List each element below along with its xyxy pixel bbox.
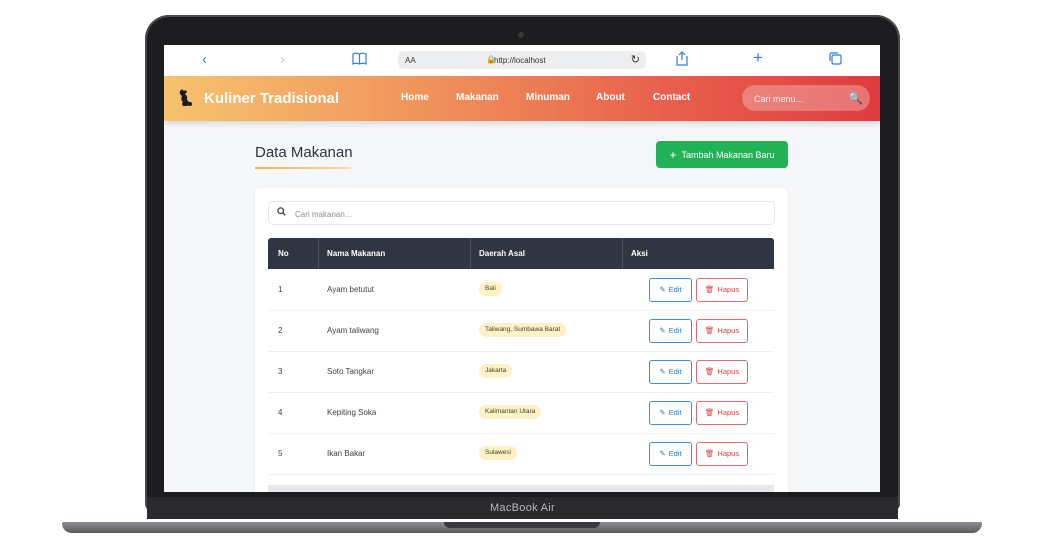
delete-label: Hapus	[717, 326, 740, 335]
nav-link-home[interactable]: Home	[401, 92, 429, 103]
nav-link-contact[interactable]: Contact	[653, 92, 690, 103]
nav-link-minuman[interactable]: Minuman	[526, 92, 570, 103]
delete-button[interactable]: 🗑 Hapus	[696, 401, 748, 425]
delete-button[interactable]: 🗑 Hapus	[696, 442, 748, 466]
table-search	[268, 201, 775, 225]
edit-button[interactable]: ✎ Edit	[649, 442, 692, 466]
nav-link-about[interactable]: About	[596, 92, 625, 103]
search-icon	[277, 207, 286, 218]
url-text[interactable]: http://localhost	[494, 56, 546, 65]
new-tab-icon[interactable]: +	[753, 49, 763, 66]
menu-search: 🔍	[742, 85, 870, 111]
delete-label: Hapus	[717, 285, 740, 294]
tabs-icon[interactable]	[829, 52, 842, 69]
add-food-button[interactable]: + Tambah Makanan Baru	[656, 141, 788, 168]
food-name: Ayam taliwang	[327, 326, 379, 335]
edit-button[interactable]: ✎ Edit	[649, 360, 692, 384]
trash-icon: 🗑	[704, 326, 715, 335]
food-table-card: No Nama Makanan Daerah Asal Aksi 1 Ayam …	[255, 188, 788, 492]
row-number: 2	[278, 326, 283, 335]
table-search-input[interactable]	[293, 206, 757, 222]
edit-label: Edit	[668, 449, 682, 458]
browser-toolbar: ‹ › AA 🔒 http://localhost ↻ +	[164, 45, 880, 77]
edit-label: Edit	[668, 285, 682, 294]
reload-icon[interactable]: ↻	[631, 53, 640, 66]
camera-icon	[518, 32, 524, 38]
row-number: 1	[278, 285, 283, 294]
forward-icon[interactable]: ›	[280, 52, 285, 68]
edit-button[interactable]: ✎ Edit	[649, 319, 692, 343]
text-size-button[interactable]: AA	[405, 56, 416, 65]
back-icon[interactable]: ‹	[202, 52, 207, 68]
book-icon[interactable]	[352, 52, 367, 69]
food-name: Kepiting Soka	[327, 408, 377, 417]
column-divider	[470, 238, 471, 269]
site-navbar: Kuliner Tradisional Home Makanan Minuman…	[164, 76, 880, 121]
delete-label: Hapus	[717, 408, 740, 417]
title-underline	[255, 167, 351, 169]
table-row: 3 Soto Tangkar Jakarta ✎ Edit 🗑 Hapus	[268, 351, 774, 393]
trash-icon: 🗑	[704, 408, 715, 417]
address-bar[interactable]: AA 🔒 http://localhost ↻	[398, 51, 646, 69]
trash-icon: 🗑	[704, 449, 715, 458]
edit-icon: ✎	[659, 449, 666, 458]
table-footer	[268, 485, 774, 492]
add-food-label: Tambah Makanan Baru	[681, 149, 775, 160]
column-header-aksi: Aksi	[631, 249, 648, 258]
column-divider	[318, 238, 319, 269]
edit-button[interactable]: ✎ Edit	[649, 401, 692, 425]
column-header-no: No	[278, 249, 289, 258]
food-name: Soto Tangkar	[327, 367, 374, 376]
column-header-daerah: Daerah Asal	[479, 249, 525, 258]
edit-icon: ✎	[659, 408, 666, 417]
device-label: MacBook Air	[489, 502, 556, 514]
delete-button[interactable]: 🗑 Hapus	[696, 360, 748, 384]
region-badge: Bali	[479, 282, 502, 296]
edit-icon: ✎	[659, 285, 666, 294]
trash-icon: 🗑	[704, 285, 715, 294]
table-row: 5 Ikan Bakar Sulawesi ✎ Edit 🗑 Hapus	[268, 433, 774, 475]
delete-label: Hapus	[717, 449, 740, 458]
delete-label: Hapus	[717, 367, 740, 376]
edit-icon: ✎	[659, 367, 666, 376]
search-icon[interactable]: 🔍	[848, 91, 863, 105]
edit-icon: ✎	[659, 326, 666, 335]
plus-icon: +	[669, 147, 677, 162]
row-number: 5	[278, 449, 283, 458]
trash-icon: 🗑	[704, 367, 715, 376]
menu-search-input[interactable]	[752, 90, 851, 108]
share-icon[interactable]	[676, 51, 688, 70]
site-brand[interactable]: Kuliner Tradisional	[204, 90, 339, 107]
delete-button[interactable]: 🗑 Hapus	[696, 319, 748, 343]
column-header-nama: Nama Makanan	[327, 249, 386, 258]
row-number: 3	[278, 367, 283, 376]
chef-logo-icon	[176, 88, 194, 108]
edit-label: Edit	[668, 326, 682, 335]
table-row: 1 Ayam betutut Bali ✎ Edit 🗑 Hapus	[268, 269, 774, 311]
food-name: Ikan Bakar	[327, 449, 366, 458]
row-number: 4	[278, 408, 283, 417]
edit-label: Edit	[668, 367, 682, 376]
region-badge: Taliwang, Sumbawa Barat	[479, 323, 567, 337]
page-title: Data Makanan	[255, 144, 353, 161]
delete-button[interactable]: 🗑 Hapus	[696, 278, 748, 302]
laptop-chin: MacBook Air	[147, 497, 898, 519]
region-badge: Jakarta	[479, 364, 513, 378]
table-row: 2 Ayam taliwang Taliwang, Sumbawa Barat …	[268, 310, 774, 352]
table-row: 4 Kepiting Soka Kalimantan Utara ✎ Edit 🗑…	[268, 392, 774, 434]
edit-label: Edit	[668, 408, 682, 417]
food-name: Ayam betutut	[327, 285, 374, 294]
nav-link-makanan[interactable]: Makanan	[456, 92, 499, 103]
screen: ‹ › AA 🔒 http://localhost ↻ + Kuliner Tr…	[164, 45, 880, 492]
laptop-notch	[444, 522, 600, 528]
edit-button[interactable]: ✎ Edit	[649, 278, 692, 302]
table-header: No Nama Makanan Daerah Asal Aksi	[268, 238, 774, 269]
region-badge: Kalimantan Utara	[479, 405, 542, 419]
column-divider	[622, 238, 623, 269]
region-badge: Sulawesi	[479, 446, 518, 460]
